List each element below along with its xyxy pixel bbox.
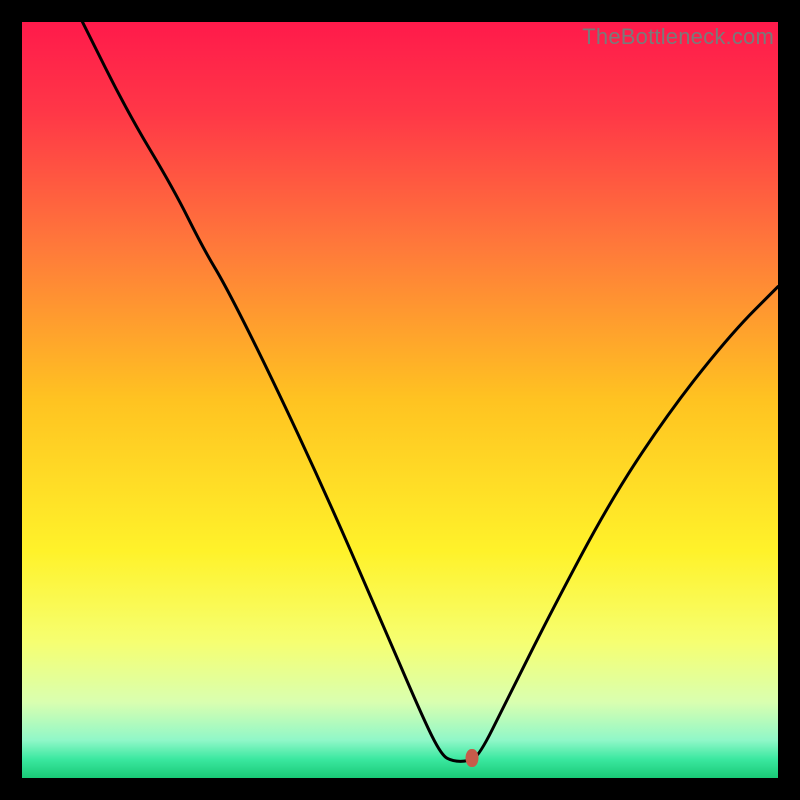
optimal-point-marker	[465, 749, 478, 767]
chart-frame: TheBottleneck.com	[22, 22, 778, 778]
bottleneck-chart	[22, 22, 778, 778]
watermark-text: TheBottleneck.com	[582, 24, 774, 50]
